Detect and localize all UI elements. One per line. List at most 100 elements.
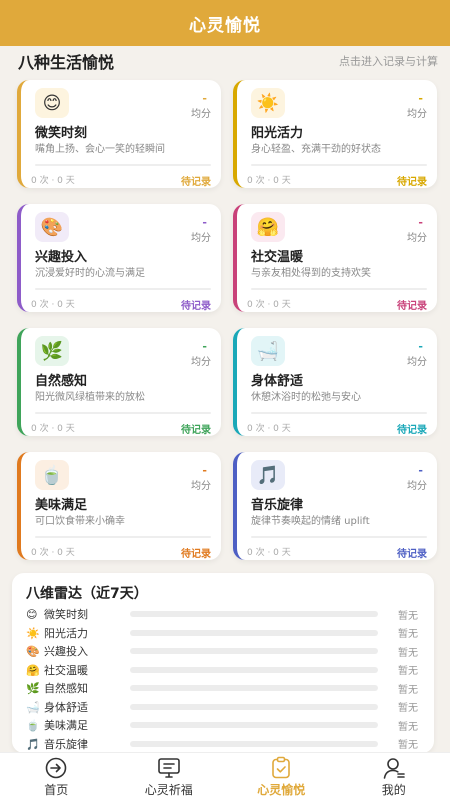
card-stats: 0 次 · 0 天	[247, 548, 291, 558]
radar-bar	[130, 666, 378, 673]
radar-label: 🎵 音乐旋律	[26, 736, 130, 752]
radar-row-label: 社交温暖	[44, 663, 88, 677]
joy-card[interactable]: 🌿 - 均分 自然感知 阳光微风绿植带来的放松 0 次 · 0 天 待记录	[17, 328, 221, 436]
card-score-unit: 均分	[191, 481, 211, 492]
palette-icon: 🎨	[35, 212, 69, 242]
bottom-tab-bar: 首页 心灵祈福 心灵愉悦 我的	[0, 752, 450, 800]
radar-row-label: 音乐旋律	[44, 737, 88, 751]
app-header: 心灵愉悦	[0, 0, 450, 46]
smiley-icon: 😊	[35, 88, 69, 118]
tab-profile[interactable]: 我的	[338, 753, 450, 800]
radar-row-icon: 🤗	[26, 663, 40, 677]
card-score: -	[418, 92, 423, 105]
radar-row: 🌿 自然感知 暂无	[26, 679, 418, 697]
radar-row: 🤗 社交温暖 暂无	[26, 661, 418, 679]
card-name: 微笑时刻	[35, 126, 88, 141]
card-description: 可口饮食带来小确幸	[35, 516, 125, 527]
radar-bar	[130, 703, 378, 710]
card-score-unit: 均分	[407, 109, 427, 120]
joy-card[interactable]: 🍵 - 均分 美味满足 可口饮食带来小确幸 0 次 · 0 天 待记录	[17, 452, 221, 560]
music-note-icon: 🎵	[251, 460, 285, 490]
card-name: 社交温暖	[251, 250, 304, 265]
section-hint: 点击进入记录与计算	[339, 55, 438, 68]
tab-label: 我的	[381, 782, 406, 797]
radar-row-label: 微笑时刻	[44, 608, 88, 621]
card-progress-bar	[35, 164, 211, 166]
record-status[interactable]: 待记录	[397, 173, 427, 188]
joy-card[interactable]: 😊 - 均分 微笑时刻 嘴角上扬、会心一笑的轻瞬间 0 次 · 0 天 待记录	[17, 80, 221, 188]
card-name: 音乐旋律	[251, 498, 304, 513]
radar-value: 暂无	[398, 703, 418, 714]
radar-row-label: 美味满足	[44, 719, 88, 732]
card-description: 休憩沐浴时的松弛与安心	[251, 392, 361, 403]
record-status[interactable]: 待记录	[181, 421, 211, 436]
record-status[interactable]: 待记录	[397, 297, 427, 312]
monitor-icon	[157, 757, 180, 778]
card-stats: 0 次 · 0 天	[31, 300, 75, 310]
radar-row: 🍵 美味满足 暂无	[26, 716, 418, 734]
clipboard-check-icon	[272, 756, 291, 778]
bathtub-icon: 🛁	[251, 336, 285, 366]
card-name: 阳光活力	[251, 126, 304, 141]
radar-label: 🤗 社交温暖	[26, 662, 130, 678]
radar-value: 暂无	[398, 610, 418, 622]
user-icon	[383, 757, 405, 779]
joy-card[interactable]: 🛁 - 均分 身体舒适 休憩沐浴时的松弛与安心 0 次 · 0 天 待记录	[233, 328, 437, 436]
record-status[interactable]: 待记录	[397, 421, 427, 436]
radar-value: 暂无	[398, 629, 418, 640]
radar-bar	[130, 629, 378, 636]
section-header: 八种生活愉悦 点击进入记录与计算	[0, 46, 450, 76]
radar-label: 🎨 兴趣投入	[26, 643, 130, 659]
radar-row-label: 身体舒适	[44, 700, 88, 714]
joy-card[interactable]: 🎨 - 均分 兴趣投入 沉浸爱好时的心流与满足 0 次 · 0 天 待记录	[17, 204, 221, 312]
radar-bar	[130, 685, 378, 691]
card-progress-bar	[35, 536, 211, 538]
record-status[interactable]: 待记录	[181, 545, 211, 560]
card-score-unit: 均分	[407, 233, 427, 244]
card-name: 身体舒适	[251, 374, 304, 389]
card-progress-bar	[35, 288, 211, 290]
card-name: 美味满足	[35, 498, 88, 513]
card-score: -	[418, 464, 423, 477]
card-stats: 0 次 · 0 天	[31, 548, 75, 558]
tab-blessing[interactable]: 心灵祈福	[113, 753, 226, 800]
radar-row: ☀️ 阳光活力 暂无	[26, 624, 418, 642]
radar-value: 暂无	[398, 740, 418, 751]
tab-label: 心灵祈福	[144, 782, 193, 797]
radar-row: 😊 微笑时刻 暂无	[26, 605, 418, 623]
tab-home[interactable]: 首页	[0, 753, 113, 800]
record-status[interactable]: 待记录	[181, 297, 211, 312]
card-score-unit: 均分	[191, 233, 211, 244]
leaf-icon: 🌿	[35, 336, 69, 366]
card-description: 阳光微风绿植带来的放松	[35, 392, 145, 403]
radar-label: 😊 微笑时刻	[26, 606, 130, 622]
record-status[interactable]: 待记录	[181, 173, 211, 188]
card-name: 兴趣投入	[35, 250, 88, 265]
card-progress-bar	[35, 412, 211, 414]
radar-value: 暂无	[398, 684, 418, 696]
page-title: 心灵愉悦	[189, 15, 261, 36]
radar-row-icon: 🌿	[26, 682, 40, 695]
radar-row-icon: 😊	[26, 608, 38, 621]
card-score: -	[418, 216, 423, 229]
radar-bar	[130, 611, 378, 617]
joy-card[interactable]: 🤗 - 均分 社交温暖 与亲友相处得到的支持欢笑 0 次 · 0 天 待记录	[233, 204, 437, 312]
card-score-unit: 均分	[407, 357, 427, 368]
card-score: -	[202, 216, 207, 229]
tab-label: 心灵愉悦	[257, 782, 306, 797]
joy-card[interactable]: 🎵 - 均分 音乐旋律 旋律节奏唤起的情绪 uplift 0 次 · 0 天 待记录	[233, 452, 437, 560]
radar-bar	[130, 648, 378, 654]
radar-row-label: 自然感知	[44, 682, 88, 695]
hug-icon: 🤗	[251, 212, 285, 242]
radar-row-label: 兴趣投入	[44, 645, 88, 658]
radar-bar	[130, 740, 378, 747]
card-score: -	[202, 340, 207, 353]
joy-card[interactable]: ☀️ - 均分 阳光活力 身心轻盈、充满干劲的好状态 0 次 · 0 天 待记录	[233, 80, 437, 188]
card-stats: 0 次 · 0 天	[247, 300, 291, 310]
radar-row: 🎨 兴趣投入 暂无	[26, 642, 418, 660]
card-progress-bar	[251, 164, 427, 166]
card-stats: 0 次 · 0 天	[31, 424, 75, 434]
tab-joy[interactable]: 心灵愉悦	[225, 753, 338, 800]
record-status[interactable]: 待记录	[397, 545, 427, 560]
tab-label: 首页	[44, 782, 69, 797]
